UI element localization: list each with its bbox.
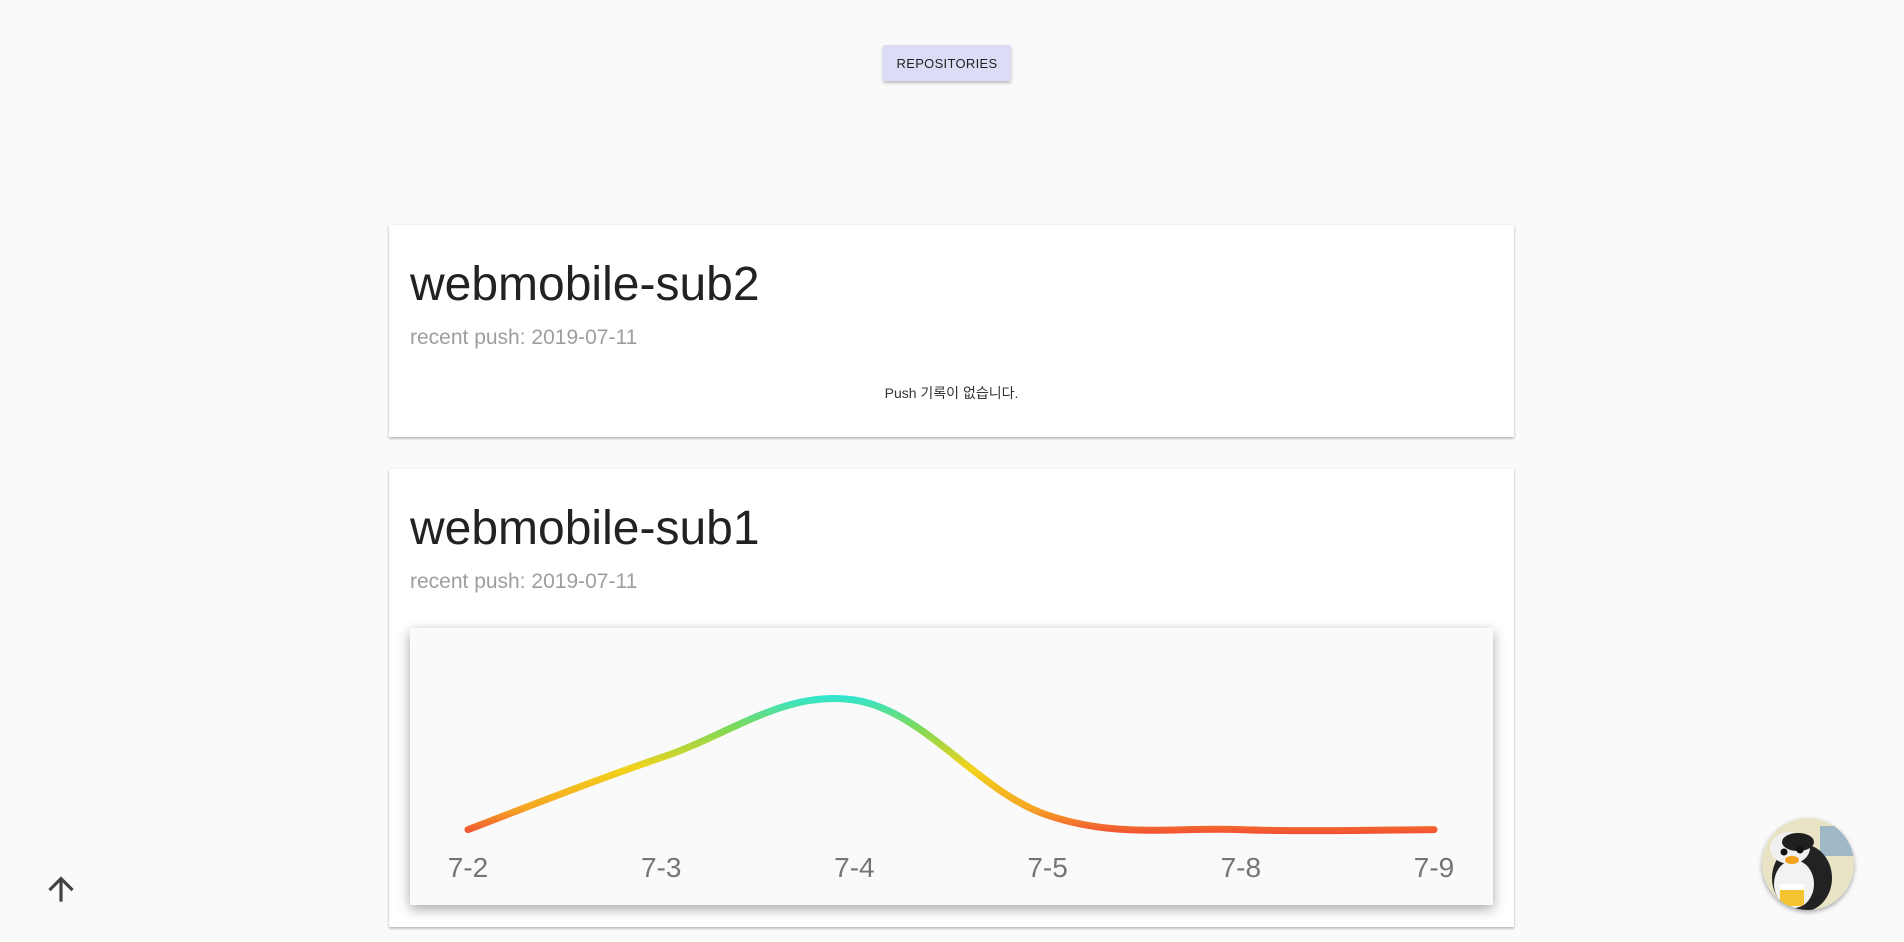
penguin-avatar-icon: [1762, 818, 1854, 910]
x-tick-label: 7-3: [641, 852, 681, 883]
repo-title: webmobile-sub2: [410, 258, 760, 311]
x-tick-label: 7-8: [1221, 852, 1261, 883]
chart-point-7-9: [1431, 827, 1437, 833]
chart-point-7-5: [1045, 812, 1051, 818]
arrow-up-icon: [48, 876, 74, 902]
repositories-button[interactable]: REPOSITORIES: [883, 45, 1011, 81]
push-line-chart: 7-2 7-3 7-4 7-5 7-8 7-9: [448, 695, 1454, 883]
recent-push-text: recent push: 2019-07-11: [410, 326, 638, 349]
recent-push-text: recent push: 2019-07-11: [410, 570, 638, 593]
repo-title: webmobile-sub1: [410, 502, 760, 555]
chart-point-7-2: [465, 827, 471, 833]
repo-card-webmobile-sub2: webmobile-sub2 recent push: 2019-07-11 P…: [389, 225, 1514, 437]
x-tick-label: 7-4: [834, 852, 874, 883]
x-tick-label: 7-9: [1414, 852, 1454, 883]
repo-card-webmobile-sub1: webmobile-sub1 recent push: 2019-07-11 7…: [389, 469, 1514, 927]
scroll-to-top-button[interactable]: [42, 870, 80, 908]
chart-point-7-3: [658, 755, 664, 761]
x-tick-label: 7-2: [448, 852, 488, 883]
user-avatar[interactable]: [1762, 818, 1854, 910]
chart-point-7-8: [1238, 827, 1244, 833]
x-tick-label: 7-5: [1027, 852, 1067, 883]
chart-series-line: [464, 695, 1438, 835]
push-chart: 7-2 7-3 7-4 7-5 7-8 7-9: [410, 628, 1493, 905]
no-push-message: Push 기록이 없습니다.: [884, 385, 1019, 401]
chart-point-7-4: [851, 697, 857, 703]
